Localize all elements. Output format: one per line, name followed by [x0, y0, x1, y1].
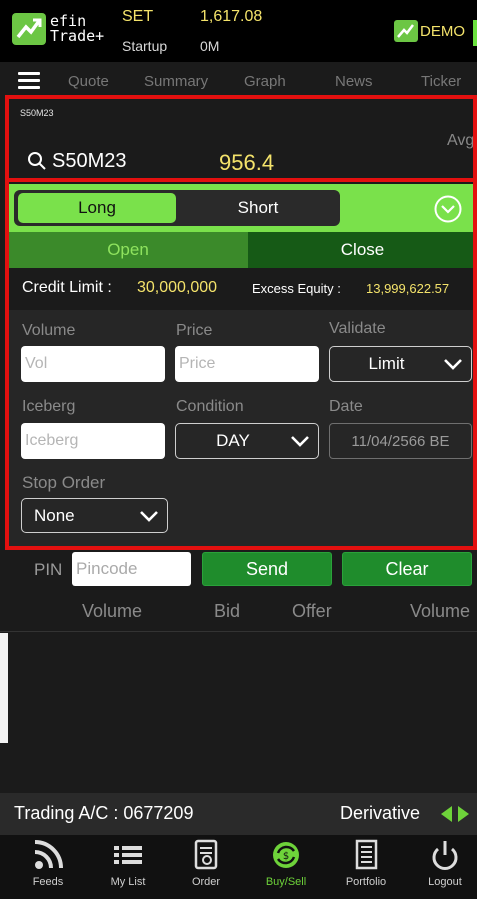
tab-buysell[interactable]: $ Buy/Sell — [246, 838, 326, 888]
app-name: efin Trade+ — [50, 14, 104, 44]
demo-badge[interactable]: DEMO — [394, 20, 465, 42]
demo-label: DEMO — [420, 22, 465, 40]
nav-news[interactable]: News — [335, 73, 373, 90]
nav-summary[interactable]: Summary — [144, 73, 208, 90]
book-header-bid-volume: Volume — [82, 601, 143, 621]
nav-graph[interactable]: Graph — [244, 73, 286, 90]
book-header-offer-volume: Volume — [410, 601, 471, 621]
efin-logo-icon — [12, 13, 46, 45]
tab-feeds[interactable]: Feeds — [8, 838, 88, 888]
tab-feeds-label: Feeds — [32, 876, 64, 888]
clear-button[interactable]: Clear — [342, 552, 472, 586]
tab-buysell-label: Buy/Sell — [265, 876, 307, 888]
switch-arrows-icon[interactable] — [441, 806, 469, 822]
power-icon — [432, 841, 458, 870]
tab-logout-label: Logout — [428, 876, 462, 888]
order-book-body — [0, 633, 477, 793]
tab-portfolio-label: Portfolio — [345, 876, 387, 888]
nav-quote[interactable]: Quote — [68, 73, 109, 90]
list-icon — [114, 846, 142, 864]
tab-order[interactable]: Order — [166, 838, 246, 888]
book-edge — [0, 633, 8, 743]
nav-ticker[interactable]: Ticker — [421, 73, 461, 90]
svg-text:$: $ — [283, 851, 289, 862]
pin-input[interactable] — [72, 552, 191, 586]
demo-edge-indicator — [473, 20, 477, 46]
tab-mylist[interactable]: My List — [88, 838, 168, 888]
feeds-icon — [34, 840, 63, 869]
book-header-bid: Bid — [214, 601, 241, 621]
tab-portfolio[interactable]: Portfolio — [326, 838, 406, 888]
market-session: Startup — [122, 38, 168, 54]
hamburger-menu-icon[interactable] — [18, 72, 40, 90]
buysell-icon: $ — [273, 842, 299, 868]
highlight-frame-order — [5, 178, 477, 550]
market-index: 1,617.08 — [200, 8, 263, 25]
tab-logout[interactable]: Logout — [405, 838, 477, 888]
highlight-frame-symbol — [5, 95, 477, 182]
tab-order-label: Order — [191, 876, 221, 888]
book-header-offer: Offer — [292, 601, 332, 621]
order-icon — [194, 839, 218, 870]
account-type[interactable]: Derivative — [340, 803, 420, 824]
demo-logo-icon — [394, 20, 418, 42]
market-volume: 0M — [200, 38, 220, 54]
trading-account[interactable]: Trading A/C : 0677209 — [14, 803, 193, 824]
tab-mylist-label: My List — [110, 876, 146, 888]
portfolio-icon — [355, 839, 378, 870]
send-button[interactable]: Send — [202, 552, 332, 586]
market-name: SET — [122, 8, 154, 25]
app-name-line2: Trade+ — [50, 27, 105, 45]
pin-label: PIN — [34, 560, 63, 579]
